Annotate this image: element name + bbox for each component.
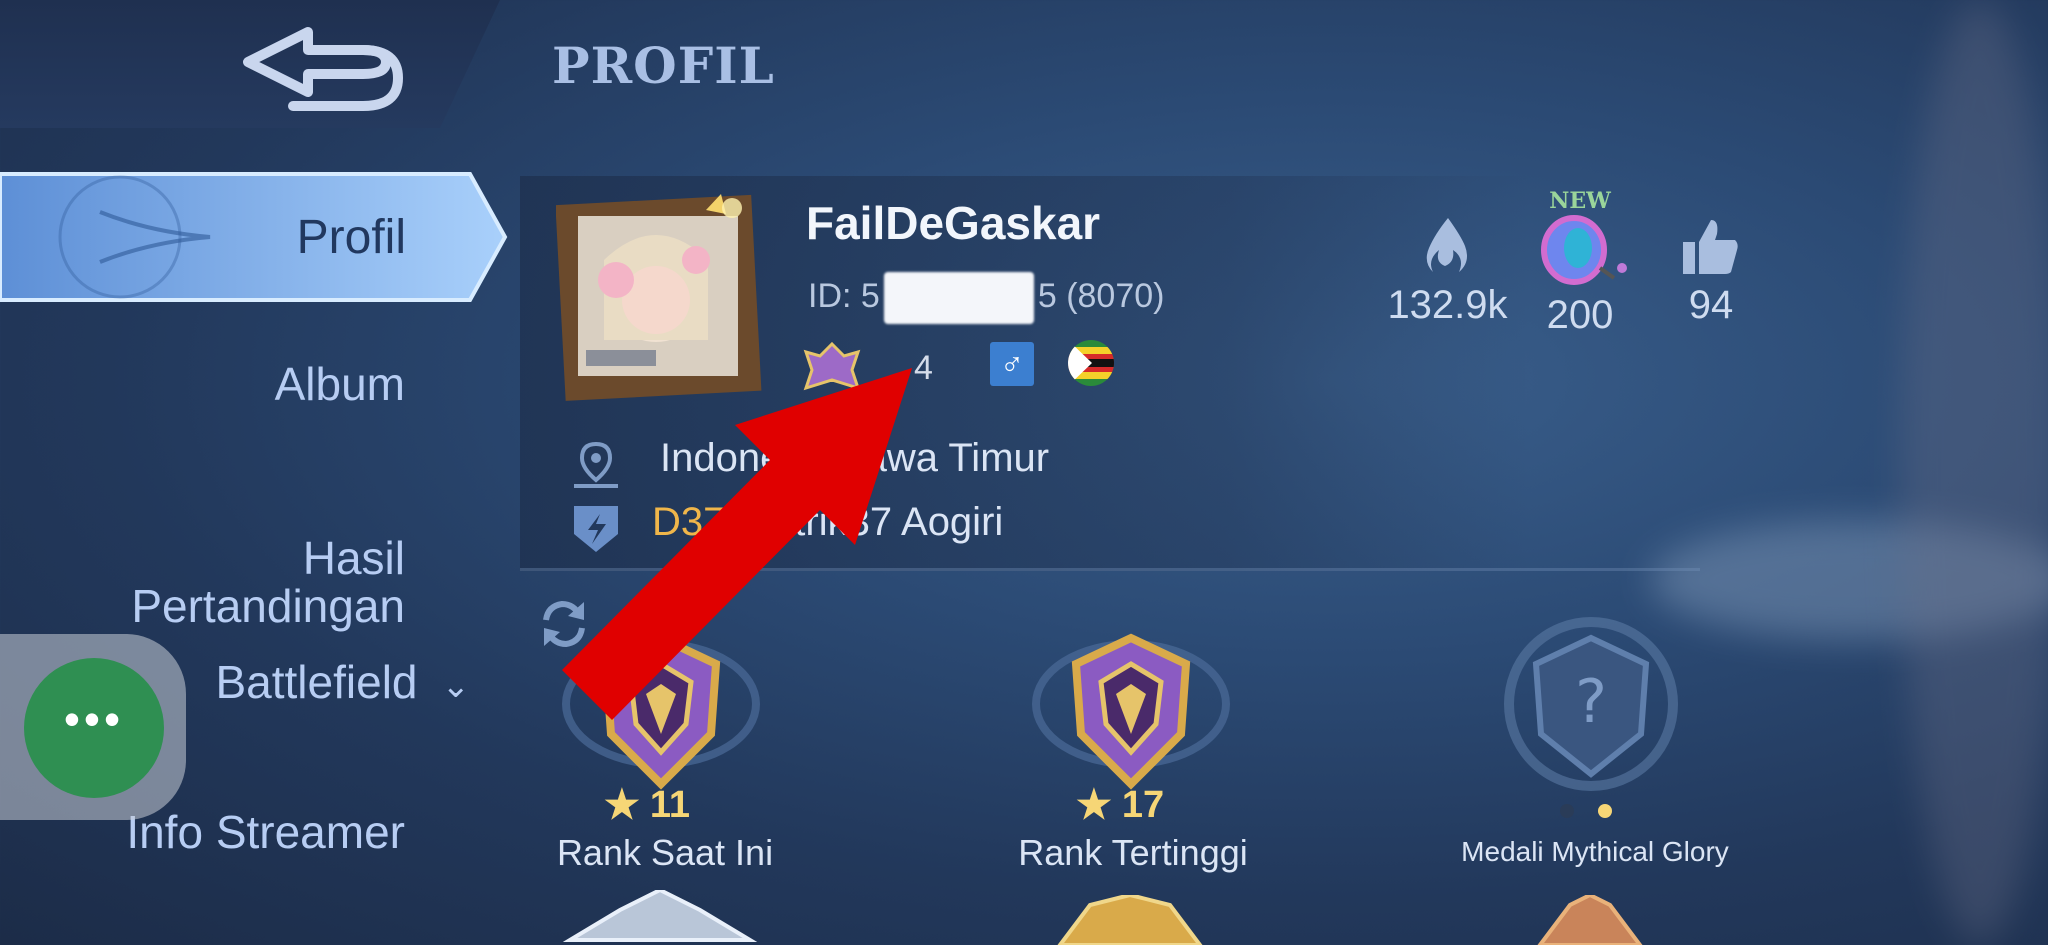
squad-shield-icon bbox=[574, 506, 618, 552]
more-dots-icon: ••• bbox=[63, 693, 125, 745]
sidebar-item-hasil-pertandingan[interactable]: Hasil Pertandingan bbox=[0, 486, 405, 630]
new-coin-badge-icon bbox=[1541, 215, 1627, 285]
popularity-stat[interactable]: 132.9k bbox=[1385, 216, 1510, 328]
username: FailDeGaskar bbox=[806, 197, 1101, 249]
rank-stars-current: ★ 11 bbox=[604, 782, 690, 828]
sidebar-item-label: Album bbox=[274, 358, 405, 410]
stat-value: 200 bbox=[1546, 293, 1614, 337]
rank-medal-highest[interactable] bbox=[1016, 624, 1246, 794]
squad-name: Distrik37 Aogiri bbox=[736, 500, 1004, 544]
location-text: Indonesia/Jawa Timur bbox=[660, 436, 1050, 480]
medal-label: Medali Mythical Glory bbox=[1461, 836, 1729, 867]
avatar[interactable] bbox=[555, 190, 768, 402]
svg-text:?: ? bbox=[1575, 667, 1607, 737]
star-icon: ★ bbox=[604, 783, 640, 827]
medal-partial bbox=[562, 890, 758, 942]
back-arrow-icon bbox=[243, 27, 404, 111]
sidebar-item-album[interactable]: Album bbox=[0, 360, 405, 408]
floating-menu-button[interactable]: ••• bbox=[24, 658, 164, 798]
medal-partial bbox=[1057, 895, 1203, 945]
stars-count: 17 bbox=[1121, 783, 1165, 826]
medal-label: Rank Tertinggi bbox=[1018, 832, 1248, 873]
pager-dot-active[interactable] bbox=[1598, 804, 1612, 818]
player-id-suffix: 5 bbox=[1037, 276, 1057, 315]
server-id: (8070) bbox=[1066, 276, 1165, 315]
page-title: PROFIL bbox=[552, 36, 775, 95]
squad-tag: D37 bbox=[652, 500, 726, 544]
sidebar-item-label: Info Streamer bbox=[126, 806, 405, 858]
coin-stat[interactable]: NEW 200 bbox=[1530, 190, 1630, 338]
id-redaction bbox=[883, 272, 1034, 324]
mythical-glory-medal[interactable]: ? bbox=[1476, 614, 1706, 794]
medal-partial bbox=[1537, 895, 1643, 945]
sidebar-item-label: Battlefield bbox=[215, 656, 418, 708]
sidebar-item-label: Hasil Pertandingan bbox=[131, 532, 405, 632]
level-emblem-icon bbox=[803, 341, 861, 391]
divider bbox=[520, 568, 1700, 571]
background-glow bbox=[1900, 0, 2048, 945]
flame-icon bbox=[1426, 218, 1467, 272]
likes-stat[interactable]: 94 bbox=[1666, 216, 1756, 328]
thumbs-up-icon bbox=[1683, 220, 1738, 274]
medal-label: Rank Saat Ini bbox=[556, 832, 774, 873]
sidebar-item-profil[interactable]: Profil bbox=[0, 162, 508, 312]
avatar-image bbox=[555, 194, 762, 401]
player-id-prefix: ID: 5 bbox=[808, 276, 880, 315]
squad-info: D37 Distrik37 Aogiri bbox=[652, 500, 1003, 545]
level-value: 4 bbox=[914, 348, 933, 387]
rank-stars-highest: ★ 17 bbox=[1076, 782, 1164, 828]
active-tab-background bbox=[0, 172, 508, 302]
rank-medal-current[interactable] bbox=[546, 624, 776, 794]
stat-value: 94 bbox=[1688, 283, 1734, 327]
sidebar-item-label: Profil bbox=[296, 211, 406, 264]
pager-dot[interactable] bbox=[1560, 804, 1574, 818]
back-button[interactable] bbox=[238, 22, 408, 112]
level-badge: 4 bbox=[800, 338, 933, 398]
star-icon: ★ bbox=[1076, 783, 1112, 827]
player-id: ID: 5 5 (8070) bbox=[808, 272, 1164, 324]
new-badge: NEW bbox=[1549, 188, 1611, 214]
zimbabwe-flag-icon bbox=[1068, 340, 1114, 386]
gender-male-icon: ♂ bbox=[990, 342, 1034, 386]
chevron-down-icon: ⌄ bbox=[441, 666, 471, 705]
stars-count: 11 bbox=[649, 783, 691, 826]
location-pin-icon bbox=[574, 441, 618, 488]
stat-value: 132.9k bbox=[1387, 283, 1508, 327]
